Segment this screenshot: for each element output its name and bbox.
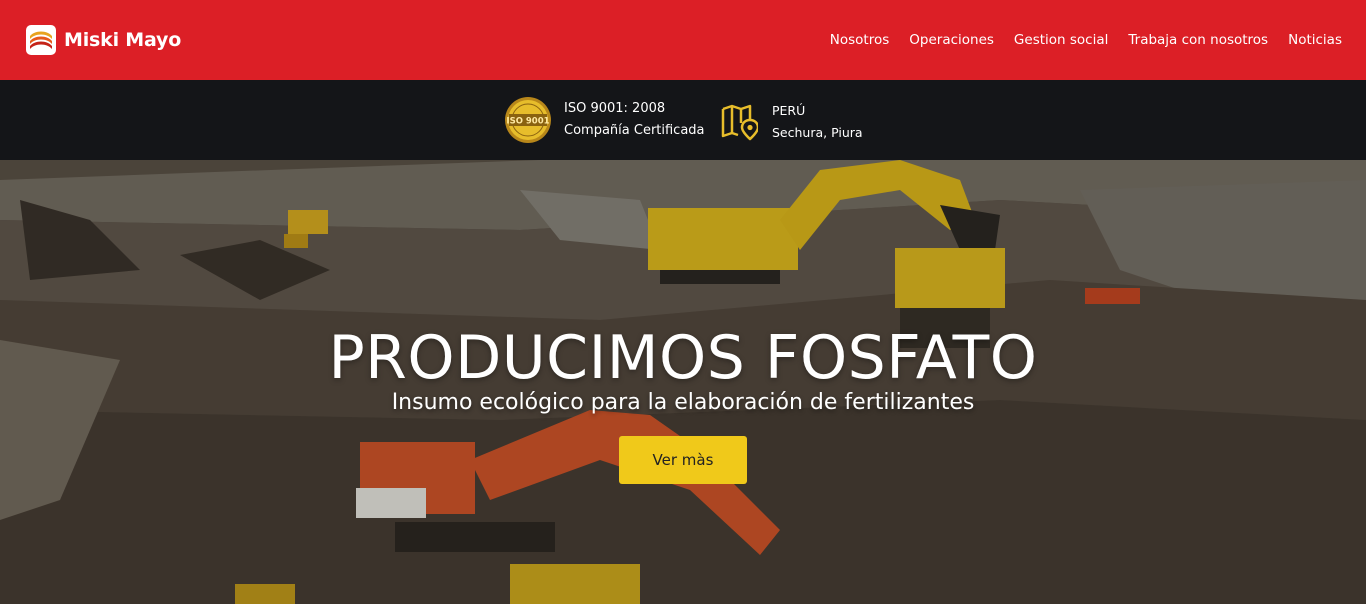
- location-country: PERÚ: [772, 103, 806, 118]
- main-nav: Nosotros Operaciones Gestion social Trab…: [810, 0, 1342, 80]
- ver-mas-button[interactable]: Ver màs: [619, 436, 747, 484]
- location-block: PERÚ Sechura, Piura: [720, 100, 863, 144]
- hero-title: PRODUCIMOS FOSFATO: [328, 323, 1038, 394]
- certification-subtitle: Compañía Certificada: [564, 123, 705, 138]
- hero-subtitle: Insumo ecológico para la elaboración de …: [391, 390, 975, 415]
- nav-link-gestion-social[interactable]: Gestion social: [1014, 32, 1108, 48]
- map-pin-icon: [721, 104, 758, 141]
- brand-name: Miski Mayo: [64, 29, 182, 51]
- info-bar: ISO 9001 ISO 9001: 2008 Compañía Certifi…: [0, 80, 1366, 160]
- hero-section: PRODUCIMOS FOSFATO Insumo ecológico para…: [0, 160, 1366, 604]
- brand-logo[interactable]: Miski Mayo: [26, 25, 181, 55]
- nav-link-operaciones[interactable]: Operaciones: [909, 32, 994, 48]
- certification-title: ISO 9001: 2008: [564, 101, 666, 116]
- svg-text:ISO 9001: ISO 9001: [506, 117, 549, 127]
- nav-link-trabaja-con-nosotros[interactable]: Trabaja con nosotros: [1128, 32, 1268, 48]
- miski-mayo-logo-icon: [26, 25, 56, 55]
- location-text: PERÚ Sechura, Piura: [772, 100, 863, 144]
- location-place: Sechura, Piura: [772, 125, 863, 140]
- certification-block: ISO 9001 ISO 9001: 2008 Compañía Certifi…: [504, 96, 705, 144]
- certification-text: ISO 9001: 2008 Compañía Certificada: [564, 98, 705, 142]
- top-navigation-bar: Miski Mayo Nosotros Operaciones Gestion …: [0, 0, 1366, 80]
- nav-link-nosotros[interactable]: Nosotros: [830, 32, 890, 48]
- iso-9001-seal-icon: ISO 9001: [505, 97, 551, 143]
- nav-link-noticias[interactable]: Noticias: [1288, 32, 1342, 48]
